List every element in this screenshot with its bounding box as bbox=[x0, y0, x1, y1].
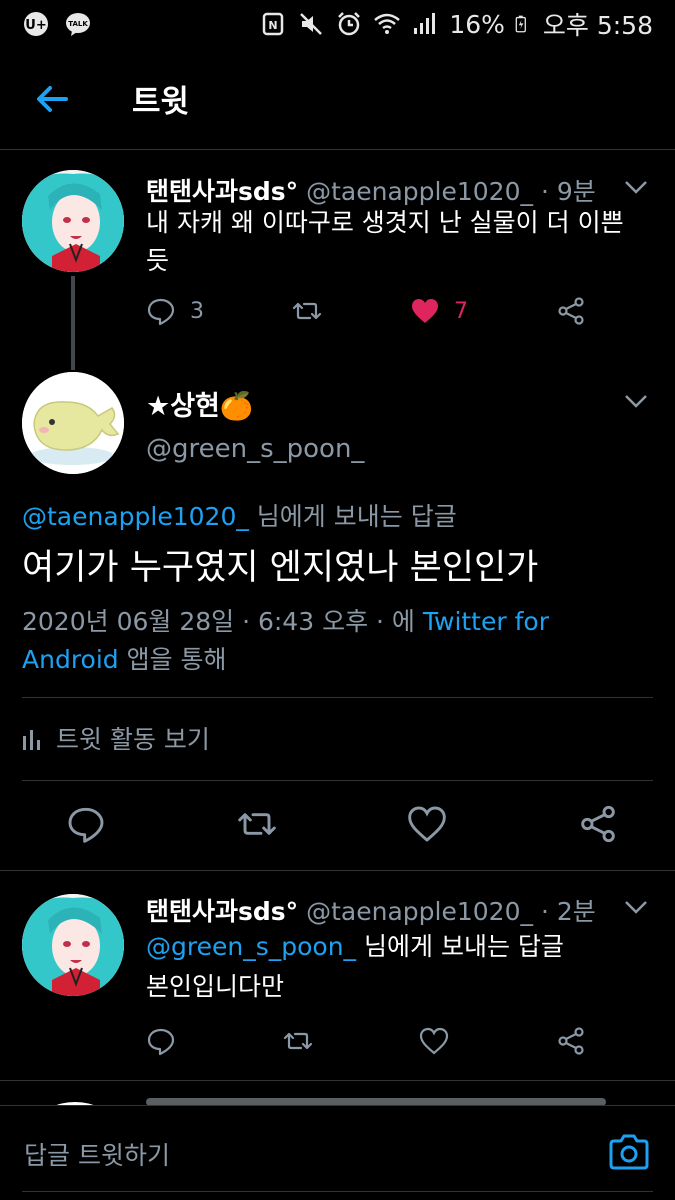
reply-to-label: 님에게 보내는 답글 bbox=[248, 502, 457, 531]
reply-context: @taenapple1020_ 님에게 보내는 답글 bbox=[22, 497, 457, 533]
handle[interactable]: @green_s_poon_ bbox=[146, 434, 364, 464]
svg-text:TALK: TALK bbox=[68, 20, 88, 28]
reply-context: @green_s_poon_ 님에게 보내는 답글 bbox=[146, 928, 626, 966]
camera-icon[interactable] bbox=[607, 1130, 651, 1174]
reply-button[interactable]: 3 bbox=[146, 296, 204, 326]
retweet-button[interactable] bbox=[292, 296, 322, 326]
reply-button[interactable] bbox=[146, 1026, 176, 1056]
timestamp: · 9분 bbox=[540, 177, 596, 206]
page-title: 트윗 bbox=[132, 84, 190, 120]
wifi-icon bbox=[374, 13, 401, 34]
share-button[interactable] bbox=[556, 1026, 586, 1056]
svg-text:U+: U+ bbox=[25, 18, 46, 33]
reply-icon bbox=[147, 298, 175, 326]
reply-compose-bar[interactable]: 답글 트윗하기 bbox=[0, 1105, 675, 1200]
reply-count: 3 bbox=[190, 298, 204, 324]
share-icon[interactable] bbox=[578, 804, 618, 844]
reply-icon[interactable] bbox=[66, 804, 106, 844]
heart-icon[interactable] bbox=[407, 804, 447, 844]
reply-tweet[interactable]: 탠탠사과sds° @taenapple1020_ · 2분 @green_s_p… bbox=[0, 870, 675, 1080]
parent-tweet[interactable]: 탠탠사과sds° @taenapple1020_ · 9분 내 자캐 왜 이따구… bbox=[0, 150, 675, 360]
clock: 오후 5:58 bbox=[542, 11, 653, 40]
battery-icon bbox=[515, 15, 526, 33]
tweet-actions: 3 7 bbox=[146, 296, 586, 326]
retweet-button[interactable] bbox=[283, 1026, 313, 1056]
mute-icon bbox=[300, 13, 323, 35]
display-name[interactable]: 탠탠사과sds° bbox=[146, 897, 298, 926]
handle[interactable]: @taenapple1020_ bbox=[306, 177, 533, 206]
alarm-icon bbox=[338, 12, 361, 36]
divider bbox=[22, 697, 653, 698]
heart-filled-icon bbox=[412, 299, 438, 323]
divider bbox=[22, 780, 653, 781]
tweet-text: 내 자캐 왜 이따구로 생겻지 난 실물이 더 이쁜듯 bbox=[146, 208, 624, 275]
tweet-header: 탠탠사과sds° @taenapple1020_ · 9분 bbox=[146, 172, 596, 208]
analytics-icon bbox=[23, 730, 40, 750]
tweet-date: 2020년 06월 28일 · 6:43 오후 · 에 bbox=[22, 607, 423, 636]
tweet-activity-button[interactable]: 트윗 활동 보기 bbox=[22, 720, 210, 756]
avatar[interactable] bbox=[22, 170, 124, 272]
retweet-icon[interactable] bbox=[237, 804, 277, 844]
battery-percent: 16% bbox=[449, 9, 505, 39]
avatar[interactable] bbox=[22, 894, 124, 996]
chevron-down-icon[interactable] bbox=[623, 174, 649, 200]
main-tweet-actions bbox=[66, 804, 618, 844]
app-header: 트윗 bbox=[0, 48, 675, 150]
display-name[interactable]: ★상현🍊 bbox=[146, 384, 254, 423]
share-icon bbox=[558, 1027, 584, 1055]
like-button[interactable]: 7 bbox=[410, 296, 468, 326]
avatar[interactable] bbox=[22, 372, 124, 474]
reply-to-link[interactable]: @taenapple1020_ bbox=[22, 502, 249, 531]
tweet-header: 탠탠사과sds° @taenapple1020_ · 2분 bbox=[146, 892, 596, 928]
chevron-down-icon[interactable] bbox=[623, 388, 649, 414]
like-count: 7 bbox=[454, 298, 468, 324]
tweet-text: 여기가 누구였지 엔지였나 본인인가 bbox=[22, 548, 539, 588]
activity-label: 트윗 활동 보기 bbox=[56, 725, 210, 754]
divider bbox=[22, 1191, 653, 1192]
tweet-meta: 2020년 06월 28일 · 6:43 오후 · 에 Twitter for … bbox=[22, 603, 642, 679]
display-name[interactable]: 탠탠사과sds° bbox=[146, 177, 298, 206]
retweet-icon bbox=[292, 302, 322, 320]
chevron-down-icon[interactable] bbox=[623, 894, 649, 920]
status-bar: U+ TALK N 16% 오후 5:58 bbox=[0, 0, 675, 48]
nfc-icon: N bbox=[263, 12, 284, 36]
share-icon bbox=[558, 297, 584, 325]
tweet-actions bbox=[146, 1026, 586, 1056]
timestamp: · 2분 bbox=[540, 897, 596, 926]
signal-icon bbox=[414, 13, 436, 34]
reply-to-label: 님에게 보내는 답글 bbox=[356, 932, 564, 961]
u-plus-icon: U+ bbox=[24, 12, 48, 36]
svg-text:N: N bbox=[269, 19, 278, 32]
share-button[interactable] bbox=[556, 296, 586, 326]
thread-connector bbox=[71, 276, 75, 370]
source-suffix: 앱을 통해 bbox=[118, 645, 227, 674]
handle[interactable]: @taenapple1020_ bbox=[306, 897, 533, 926]
retweet-icon bbox=[283, 1032, 312, 1050]
reply-input[interactable]: 답글 트윗하기 bbox=[24, 1136, 170, 1172]
reply-icon bbox=[147, 1028, 175, 1056]
back-arrow-icon[interactable] bbox=[32, 79, 72, 119]
reply-to-link[interactable]: @green_s_poon_ bbox=[146, 932, 356, 961]
tweet-text: 본인입니다만 bbox=[146, 972, 285, 1001]
kakao-talk-icon: TALK bbox=[66, 13, 90, 36]
heart-icon bbox=[420, 1027, 449, 1055]
like-button[interactable] bbox=[419, 1026, 449, 1056]
